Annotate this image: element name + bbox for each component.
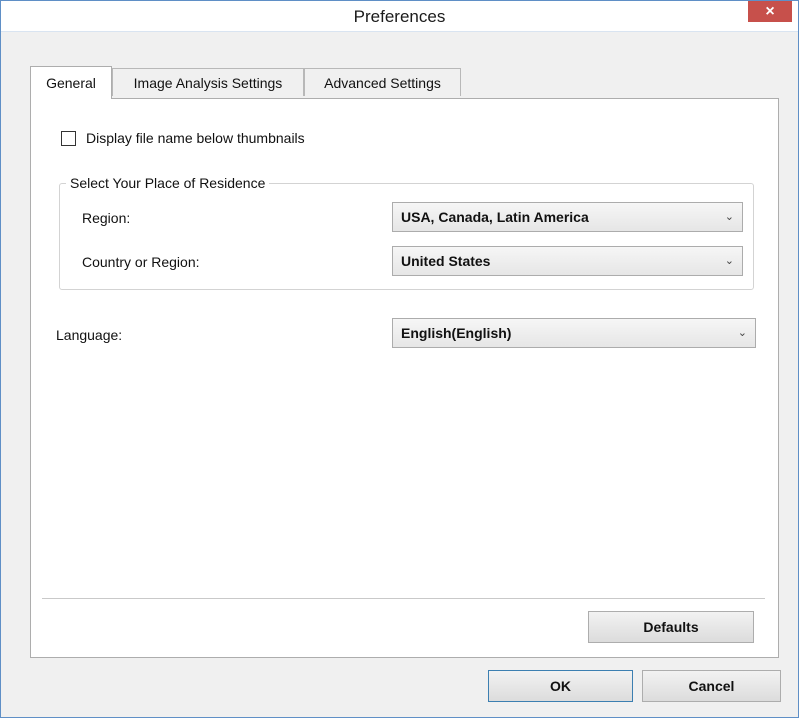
language-value: English(English)	[401, 325, 512, 341]
country-dropdown[interactable]: United States ⌄	[392, 246, 743, 276]
residence-group-title: Select Your Place of Residence	[66, 175, 270, 191]
region-label: Region:	[82, 210, 131, 226]
cancel-button[interactable]: Cancel	[642, 670, 781, 702]
language-dropdown[interactable]: English(English) ⌄	[392, 318, 756, 348]
separator	[42, 598, 765, 600]
display-filename-checkbox[interactable]	[61, 131, 76, 146]
close-icon: ×	[765, 2, 775, 20]
country-value: United States	[401, 253, 491, 269]
region-value: USA, Canada, Latin America	[401, 209, 589, 225]
close-button[interactable]: ×	[748, 1, 792, 22]
title-bar: Preferences ×	[1, 1, 798, 32]
display-filename-label: Display file name below thumbnails	[86, 130, 305, 146]
tab-image-analysis-settings[interactable]: Image Analysis Settings	[112, 68, 304, 96]
country-label: Country or Region:	[82, 254, 200, 270]
chevron-down-icon: ⌄	[724, 255, 734, 267]
defaults-button[interactable]: Defaults	[588, 611, 754, 643]
region-dropdown[interactable]: USA, Canada, Latin America ⌄	[392, 202, 743, 232]
window-title: Preferences	[353, 7, 446, 26]
ok-button[interactable]: OK	[488, 670, 633, 702]
chevron-down-icon: ⌄	[737, 327, 747, 339]
tab-general[interactable]: General	[30, 66, 112, 99]
tab-advanced-settings[interactable]: Advanced Settings	[304, 68, 461, 96]
language-label: Language:	[56, 327, 123, 343]
chevron-down-icon: ⌄	[724, 211, 734, 223]
